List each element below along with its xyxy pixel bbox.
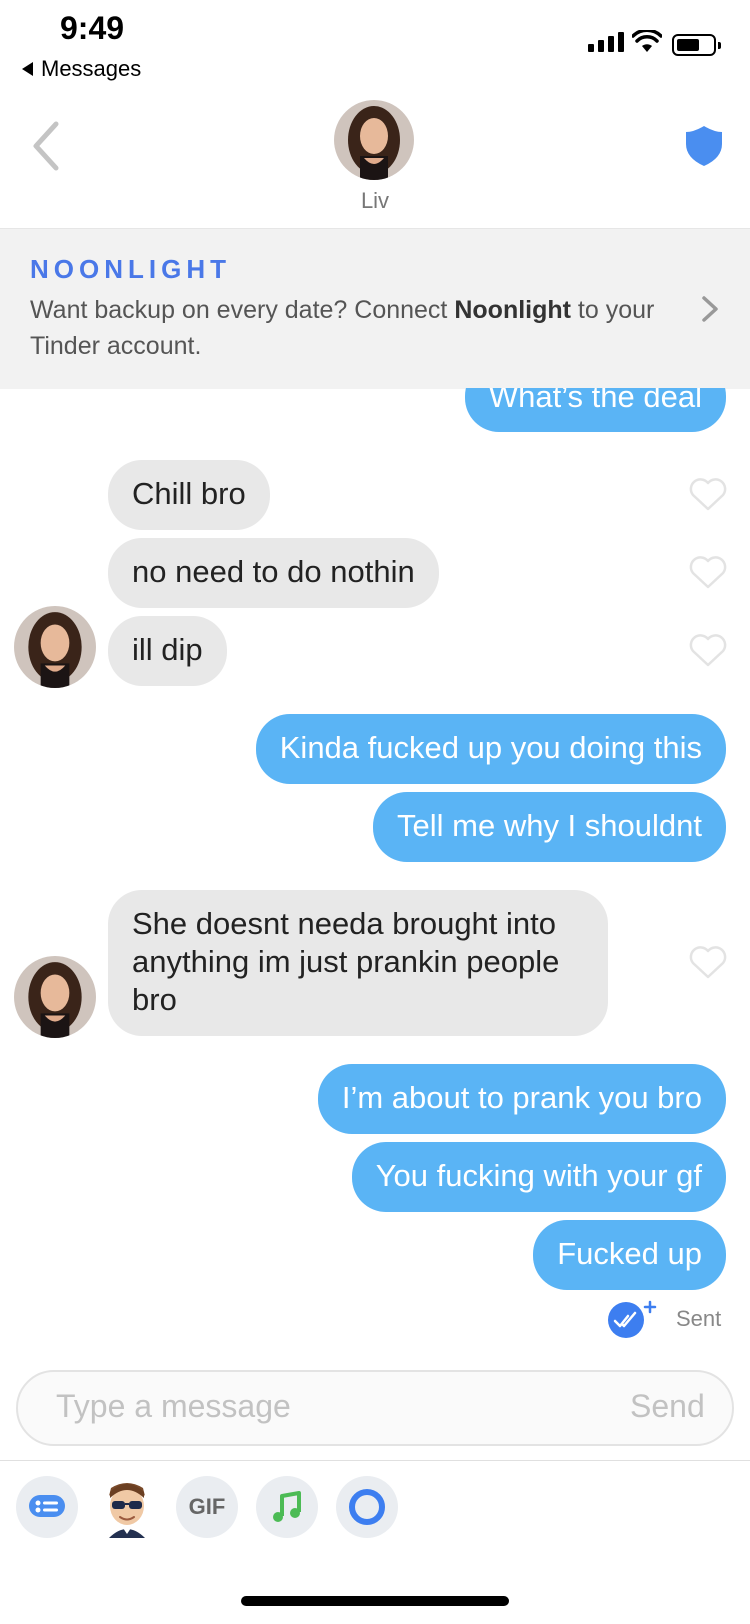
message-bubble-outgoing[interactable]: Kinda fucked up you doing this xyxy=(255,714,726,784)
message-line: anything im just prankin people xyxy=(132,944,560,979)
message-bubble-outgoing[interactable]: I’m about to prank you bro xyxy=(317,1064,726,1134)
music-note-icon xyxy=(273,1491,301,1522)
conversation-prompts-button[interactable] xyxy=(16,1476,78,1538)
message-bubble-incoming[interactable]: no need to do nothin xyxy=(108,538,439,608)
message-bubble-incoming[interactable]: Chill bro xyxy=(108,460,270,530)
sender-avatar[interactable] xyxy=(14,606,96,688)
message-input-placeholder: Type a message xyxy=(56,1388,291,1424)
like-heart-icon[interactable] xyxy=(688,632,728,668)
send-button[interactable]: Send xyxy=(630,1388,705,1425)
match-name: Liv xyxy=(360,188,390,213)
message-line: She doesnt needa brought into xyxy=(132,906,557,941)
back-to-messages-label: Messages xyxy=(41,56,142,81)
back-triangle-icon xyxy=(22,62,33,76)
safety-shield-icon[interactable] xyxy=(684,124,724,168)
message-bubble-outgoing[interactable]: Tell me why I shouldnt xyxy=(373,792,726,862)
chat-card-icon xyxy=(29,1495,65,1517)
cellular-signal-icon xyxy=(588,32,624,52)
gif-label: GIF xyxy=(188,1494,226,1519)
toolbar-divider xyxy=(0,1460,750,1461)
message-bubble-outgoing[interactable]: You fucking with your gf xyxy=(351,1142,726,1212)
message-bubble-outgoing[interactable]: Fucked up xyxy=(533,1220,726,1290)
match-avatar[interactable] xyxy=(334,100,414,180)
like-heart-icon[interactable] xyxy=(688,554,728,590)
sent-status-label: Sent xyxy=(676,1306,722,1331)
wifi-icon xyxy=(632,30,662,52)
like-heart-icon[interactable] xyxy=(688,476,728,512)
back-chevron-icon[interactable] xyxy=(28,118,68,174)
message-line: bro xyxy=(132,982,177,1017)
home-indicator xyxy=(241,1596,509,1606)
noonlight-banner-text: Want backup on every date? Connect Noonl… xyxy=(30,296,655,360)
back-to-messages-link[interactable]: Messages xyxy=(22,56,141,82)
like-heart-icon[interactable] xyxy=(688,944,728,980)
sent-receipt-icon xyxy=(608,1300,657,1338)
bitmoji-button[interactable] xyxy=(96,1476,158,1538)
banner-chevron-right-icon xyxy=(702,296,718,322)
noonlight-logo: NOONLIGHT xyxy=(30,254,231,284)
battery-icon xyxy=(672,34,721,56)
sender-avatar[interactable] xyxy=(14,956,96,1038)
status-time: 9:49 xyxy=(60,10,125,46)
bitmoji-avatar-icon xyxy=(109,1483,145,1538)
message-bubble-incoming[interactable]: ill dip xyxy=(108,616,227,686)
noonlight-ring-icon xyxy=(349,1489,385,1525)
message-bubble-incoming[interactable]: She doesnt needa brought into anything i… xyxy=(108,890,608,1036)
noonlight-button[interactable] xyxy=(336,1476,398,1538)
gif-button[interactable]: GIF xyxy=(176,1476,238,1538)
music-button[interactable] xyxy=(256,1476,318,1538)
